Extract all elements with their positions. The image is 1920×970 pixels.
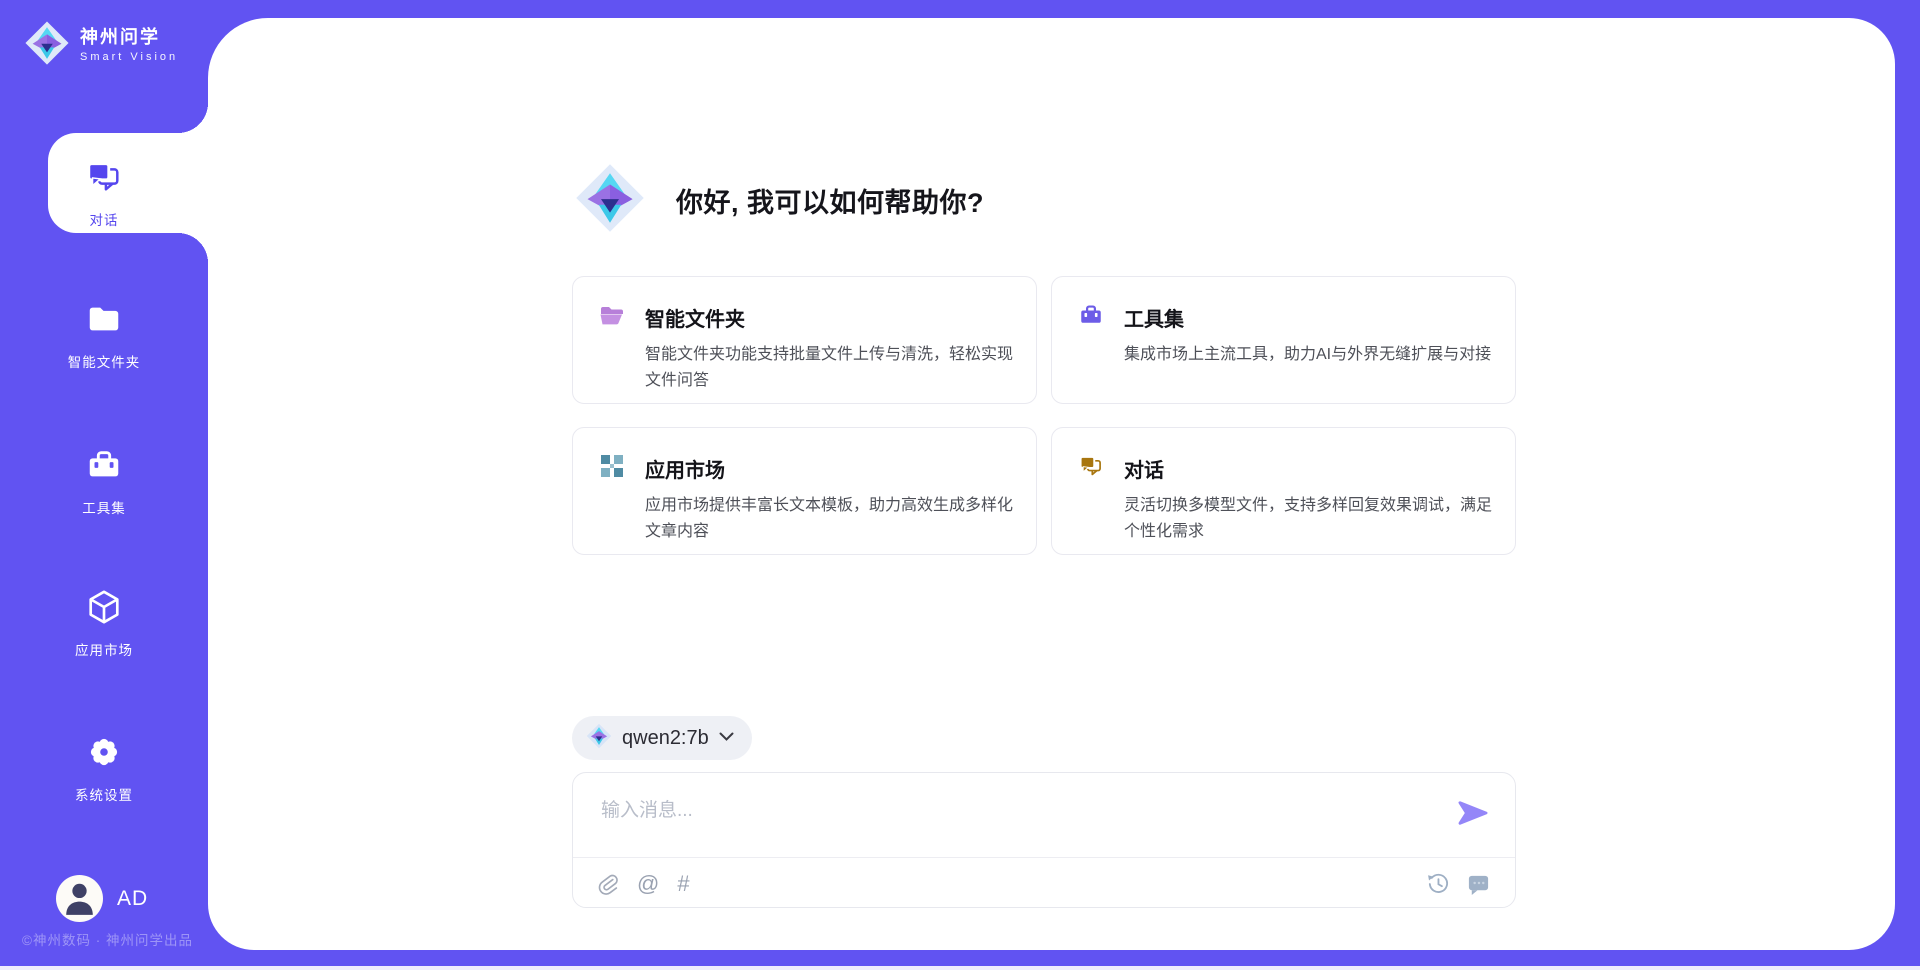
folder-open-icon	[599, 302, 625, 333]
card-description: 应用市场提供丰富长文本模板，助力高效生成多样化文章内容	[645, 493, 1025, 544]
greeting: 你好, 我可以如何帮助你?	[574, 162, 984, 239]
greeting-title: 你好, 我可以如何帮助你?	[676, 181, 984, 220]
chevron-down-icon	[719, 729, 734, 747]
gear-icon	[85, 733, 123, 776]
hashtag-icon[interactable]: #	[677, 873, 689, 895]
send-icon[interactable]	[1457, 799, 1489, 832]
card-chat[interactable]: 对话 灵活切换多模型文件，支持多样回复效果调试，满足个性化需求	[1051, 427, 1516, 555]
card-title: 工具集	[1124, 303, 1184, 332]
app-root: 神州问学 Smart Vision 对话 智能文件夹	[0, 0, 1920, 970]
card-app-market[interactable]: 应用市场 应用市场提供丰富长文本模板，助力高效生成多样化文章内容	[572, 427, 1037, 555]
brand-subtitle: Smart Vision	[80, 51, 178, 63]
sidebar-item-toolset[interactable]: 工具集	[0, 446, 208, 517]
mention-icon[interactable]: @	[637, 873, 659, 895]
brand-name: 神州问学	[80, 28, 178, 48]
footer-credit: ©神州数码 · 神州问学出品	[22, 929, 193, 949]
message-input[interactable]	[601, 795, 1421, 851]
brand: 神州问学 Smart Vision	[24, 20, 178, 71]
pill-fillet-top	[178, 103, 208, 133]
bottom-strip	[0, 966, 1920, 970]
person-icon	[56, 875, 103, 922]
model-name: qwen2:7b	[622, 727, 709, 750]
card-description: 智能文件夹功能支持批量文件上传与清洗，轻松实现文件问答	[645, 342, 1025, 393]
card-toolset[interactable]: 工具集 集成市场上主流工具，助力AI与外界无缝扩展与对接	[1051, 276, 1516, 404]
chat-bubbles-icon	[1078, 453, 1104, 484]
sidebar-item-label: 应用市场	[75, 639, 133, 659]
folder-icon	[85, 300, 123, 343]
sidebar-item-label: 智能文件夹	[68, 351, 141, 371]
user-profile[interactable]: AD	[56, 875, 148, 922]
sidebar-item-app-market[interactable]: 应用市场	[0, 588, 208, 659]
avatar	[56, 875, 103, 922]
sidebar-item-chat[interactable]: 对话	[0, 158, 208, 229]
chat-icon	[85, 158, 123, 201]
card-smart-folder[interactable]: 智能文件夹 智能文件夹功能支持批量文件上传与清洗，轻松实现文件问答	[572, 276, 1037, 404]
history-icon[interactable]	[1425, 871, 1450, 896]
user-initials: AD	[117, 887, 148, 911]
diamond-logo-icon	[24, 20, 70, 71]
grid-icon	[599, 453, 625, 484]
cube-icon	[85, 588, 123, 631]
model-selector[interactable]: qwen2:7b	[572, 716, 752, 760]
card-title: 对话	[1124, 454, 1164, 483]
card-description: 灵活切换多模型文件，支持多样回复效果调试，满足个性化需求	[1124, 493, 1504, 544]
sidebar-item-label: 系统设置	[75, 784, 133, 804]
diamond-logo-icon	[574, 162, 646, 239]
sidebar-item-smart-folder[interactable]: 智能文件夹	[0, 300, 208, 371]
conversation-icon[interactable]	[1466, 872, 1491, 896]
sidebar-item-settings[interactable]: 系统设置	[0, 733, 208, 804]
sidebar-item-label: 工具集	[82, 497, 126, 517]
card-description: 集成市场上主流工具，助力AI与外界无缝扩展与对接	[1124, 342, 1504, 368]
sidebar-item-label: 对话	[90, 209, 119, 229]
paperclip-icon[interactable]	[597, 872, 619, 896]
pill-fillet-bottom	[178, 233, 208, 263]
composer: @ #	[572, 772, 1516, 908]
card-title: 应用市场	[645, 454, 725, 483]
feature-cards: 智能文件夹 智能文件夹功能支持批量文件上传与清洗，轻松实现文件问答 工具集 集成…	[572, 276, 1518, 555]
card-title: 智能文件夹	[645, 303, 745, 332]
toolbox-icon	[85, 446, 123, 489]
toolbox-icon	[1078, 302, 1104, 333]
composer-divider	[573, 857, 1515, 858]
diamond-logo-icon	[586, 723, 612, 754]
